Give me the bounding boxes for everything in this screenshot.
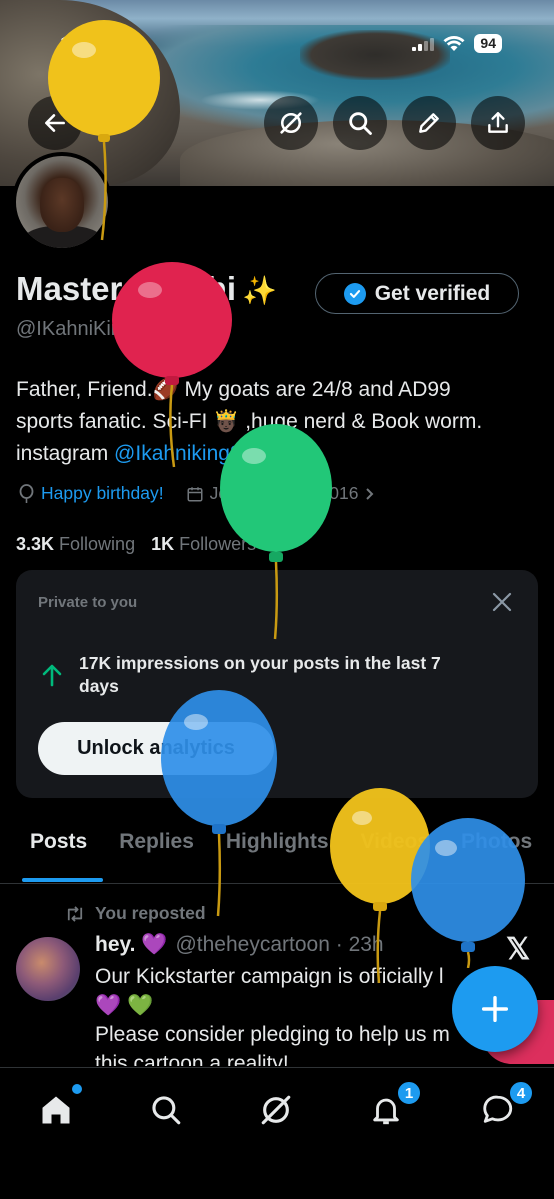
profile-name: Master Broshi ✨ <box>16 270 277 308</box>
arrow-left-icon <box>45 114 65 132</box>
profile-tabs: Posts Replies Highlights Videos Photos <box>0 830 554 884</box>
tab-photos[interactable]: Photos <box>445 830 548 883</box>
battery-indicator: 94 <box>474 34 502 53</box>
grok-button[interactable] <box>264 96 318 150</box>
impressions-text: 17K impressions on your posts in the las… <box>79 653 441 696</box>
bio-line: Father, Friend.🏈 My goats are 24/8 and A… <box>16 378 451 401</box>
search-icon <box>349 112 372 135</box>
following-label: Following <box>59 534 136 554</box>
messages-badge: 4 <box>508 1080 534 1106</box>
followers-label: Followers <box>179 534 257 554</box>
status-indicators: 94 <box>412 34 502 53</box>
repost-indicator: You reposted <box>64 903 206 924</box>
following-count: 3.3K <box>16 534 55 554</box>
edit-button[interactable] <box>402 96 456 150</box>
compose-button[interactable] <box>452 966 538 1052</box>
post-line: this cartoon a reality! <box>95 1052 289 1066</box>
share-button[interactable] <box>471 96 525 150</box>
wifi-icon <box>443 35 465 51</box>
post-handle: @theheycartoon <box>175 933 330 956</box>
nav-notifications[interactable]: 1 <box>364 1080 422 1132</box>
post-author[interactable]: hey. <box>95 933 135 956</box>
repost-label: You reposted <box>95 903 206 923</box>
back-button[interactable] <box>28 96 82 150</box>
search-button[interactable] <box>333 96 387 150</box>
sparkle-icon: ✨ <box>242 275 277 306</box>
bottom-navigation: 1 4 <box>0 1067 554 1199</box>
home-icon <box>42 1096 70 1124</box>
nav-grok[interactable] <box>254 1088 298 1132</box>
bio-line: instagram @Ikahniking89 <box>16 438 536 470</box>
following-link[interactable]: 3.3K Following <box>16 534 135 555</box>
post-author-emoji: 💜 <box>141 933 168 956</box>
calendar-icon <box>187 486 203 501</box>
verified-badge-icon <box>343 282 366 305</box>
unlock-analytics-button[interactable]: Unlock analytics <box>38 722 274 775</box>
get-verified-button[interactable]: Get verified <box>315 273 519 314</box>
chevron-right-icon[interactable] <box>364 487 376 501</box>
followers-count: 1K <box>151 534 175 554</box>
post-header: hey. 💜 @theheycartoon · 23h <box>95 933 384 956</box>
nav-messages[interactable]: 4 <box>476 1080 534 1132</box>
instagram-link[interactable]: @Ikahniking89 <box>114 442 253 465</box>
get-verified-label: Get verified <box>374 281 491 305</box>
bio-line: sports fanatic. Sci-FI 🤴🏿 ,huge nerd & B… <box>16 410 483 433</box>
plus-icon <box>481 995 509 1023</box>
profile-meta: Happy birthday! Joined March 2016 <box>18 483 376 504</box>
nav-home[interactable] <box>34 1084 82 1132</box>
close-icon[interactable] <box>490 590 514 614</box>
search-icon <box>152 1096 181 1125</box>
arrow-up-icon <box>42 664 62 687</box>
birthday-text: Happy birthday! <box>41 483 164 503</box>
purple-heart-icon: 💜 <box>95 994 122 1017</box>
notifications-badge: 1 <box>396 1080 422 1106</box>
tab-highlights[interactable]: Highlights <box>210 830 345 883</box>
nav-search[interactable] <box>144 1088 188 1132</box>
profile-avatar[interactable] <box>12 152 112 252</box>
post-author-avatar[interactable] <box>16 937 80 1001</box>
tab-videos[interactable]: Videos <box>345 830 445 883</box>
post-time: 23h <box>348 933 384 956</box>
profile-name-text: Master Broshi <box>16 270 237 307</box>
follow-counts: 3.3K Following 1K Followers <box>16 534 256 555</box>
tab-posts[interactable]: Posts <box>0 830 104 883</box>
profile-handle: @IKahniKing <box>16 318 134 340</box>
share-icon <box>488 112 508 133</box>
signal-icon <box>412 37 435 51</box>
balloon-icon <box>19 483 34 503</box>
home-unread-dot <box>72 1084 82 1094</box>
green-heart-icon: 💚 <box>127 994 154 1017</box>
grok-icon <box>261 1095 291 1125</box>
status-time: 10:04 <box>60 33 114 56</box>
private-label: Private to you <box>38 594 138 611</box>
tab-replies[interactable]: Replies <box>103 830 210 883</box>
repost-icon <box>67 905 83 922</box>
followers-link[interactable]: 1K Followers <box>151 534 256 555</box>
birthday-balloon-yellow <box>330 788 430 984</box>
pencil-icon <box>419 113 439 133</box>
grok-icon <box>280 112 302 134</box>
joined-text: Joined March 2016 <box>209 483 359 503</box>
bio-prefix: instagram <box>16 442 115 465</box>
analytics-card: Private to you 17K impressions on your p… <box>16 570 538 798</box>
profile-bio: Father, Friend.🏈 My goats are 24/8 and A… <box>16 374 536 470</box>
